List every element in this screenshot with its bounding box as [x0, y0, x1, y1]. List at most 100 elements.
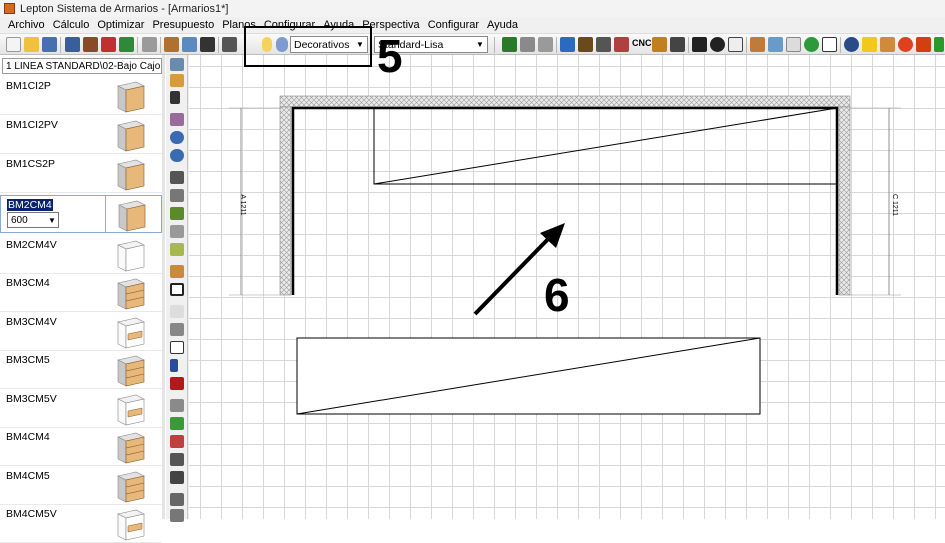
line-icon[interactable] [170, 189, 184, 202]
axis-icon[interactable] [170, 58, 184, 71]
stand-icon[interactable] [170, 323, 184, 336]
open-folder-icon[interactable] [24, 37, 39, 52]
checkbox-icon[interactable] [822, 37, 837, 52]
list-icon[interactable] [728, 37, 743, 52]
catalog-item[interactable]: BM3CM4 [0, 274, 162, 312]
monitor-icon[interactable] [65, 37, 80, 52]
exit-icon[interactable] [916, 37, 931, 52]
catalog-item-code: BM3CM4 [6, 277, 50, 289]
catalog-item[interactable]: BM4CM4 [0, 428, 162, 466]
dotted-corner-icon[interactable] [170, 225, 184, 238]
person-icon[interactable] [880, 37, 895, 52]
tool-icon[interactable] [164, 37, 179, 52]
catalog-item[interactable]: BM4CM5 [0, 467, 162, 505]
paste-icon[interactable] [119, 37, 134, 52]
catalog-item-code: BM4CM4 [6, 431, 50, 443]
top-wall [279, 95, 851, 108]
users-icon[interactable] [750, 37, 765, 52]
zoom-out-icon[interactable] [170, 149, 184, 162]
refresh-icon[interactable] [560, 37, 575, 52]
door-icon[interactable] [170, 341, 184, 354]
menu-configurar-2[interactable]: Configurar [424, 19, 483, 31]
frame-icon[interactable] [170, 453, 184, 466]
catalog-item-code: BM1CI2PV [6, 119, 58, 131]
settings-icon[interactable] [538, 37, 553, 52]
catalog-item[interactable]: BM4CM5V [0, 505, 162, 543]
chevron-down-icon[interactable]: ▼ [473, 40, 487, 49]
catalog-item[interactable]: BM3CM4V [0, 313, 162, 351]
menu-ayuda-2[interactable]: Ayuda [483, 19, 522, 31]
menu-archivo[interactable]: Archivo [4, 19, 49, 31]
table-icon[interactable] [768, 37, 783, 52]
cabinet-outline [291, 106, 839, 295]
catalog-scrollbar[interactable] [162, 55, 165, 519]
pencil-icon[interactable] [596, 37, 611, 52]
catalog-item[interactable]: BM3CM5 [0, 351, 162, 389]
globe-icon[interactable] [844, 37, 859, 52]
camera-icon[interactable] [692, 37, 707, 52]
user-green-icon[interactable] [934, 37, 944, 52]
cabinet-icon[interactable] [614, 37, 629, 52]
catalog-item[interactable]: BM3CM5V [0, 390, 162, 428]
align-icon[interactable] [670, 37, 685, 52]
module-icon[interactable] [83, 37, 98, 52]
export-icon[interactable] [170, 509, 184, 522]
chevron-down-icon[interactable]: ▼ [46, 216, 58, 225]
triangle-icon[interactable] [170, 471, 184, 484]
money-icon[interactable] [804, 37, 819, 52]
menu-optimizar[interactable]: Optimizar [93, 19, 148, 31]
window-title: Lepton Sistema de Armarios - [Armarios1*… [20, 2, 229, 15]
stamp-icon[interactable] [200, 37, 215, 52]
calculator-icon[interactable] [222, 37, 237, 52]
catalog-item[interactable]: BM2CM4 600 ▼ [0, 195, 162, 233]
panel-icon[interactable] [170, 265, 184, 278]
star-icon[interactable] [862, 37, 877, 52]
ruler-icon[interactable] [170, 74, 184, 87]
cnc-label[interactable]: CNC [632, 38, 652, 48]
catalog-item-code: BM2CM4 [7, 199, 53, 211]
preview-icon[interactable] [182, 37, 197, 52]
size-select-value: 600 [11, 214, 28, 226]
search-icon[interactable] [520, 37, 535, 52]
corner-green-icon[interactable] [170, 207, 184, 220]
menu-calculo[interactable]: Cálculo [49, 19, 94, 31]
category-select[interactable]: 1 LINEA STANDARD\02-Bajo Cajonera ▼ [2, 58, 162, 74]
menu-presupuesto[interactable]: Presupuesto [148, 19, 218, 31]
cabinet-thumbnail-icon [117, 432, 145, 464]
pin-icon[interactable] [170, 359, 178, 372]
hand-icon[interactable] [786, 37, 801, 52]
box-icon[interactable] [170, 305, 184, 318]
catalog-item[interactable]: BM1CS2P [0, 155, 162, 193]
rotate-icon[interactable] [170, 493, 184, 506]
left-wall [279, 106, 292, 296]
flag-icon[interactable] [502, 37, 517, 52]
catalog-item[interactable]: BM1CI2PV [0, 116, 162, 154]
cabinet-thumbnail-icon [117, 278, 145, 310]
gray-block-icon[interactable] [170, 399, 184, 412]
catalog-item[interactable]: BM2CM4V [0, 236, 162, 274]
corner-icon[interactable] [170, 171, 184, 184]
catalog-item-code: BM3CM5V [6, 393, 57, 405]
annotation-arrow-shaft [473, 232, 555, 316]
print-icon[interactable] [142, 37, 157, 52]
barcode-icon[interactable] [578, 37, 593, 52]
new-file-icon[interactable] [6, 37, 21, 52]
drawer-red-icon[interactable] [170, 377, 184, 390]
grid-icon[interactable] [170, 283, 184, 296]
cut-icon[interactable] [101, 37, 116, 52]
crosshair-icon[interactable] [170, 91, 180, 104]
move-icon[interactable] [170, 113, 184, 126]
help-ring-icon[interactable] [898, 37, 913, 52]
ruler-icon[interactable] [652, 37, 667, 52]
catalog-item[interactable]: BM1CI2P [0, 77, 162, 115]
cabinet-thumbnail-icon [117, 240, 145, 272]
handle-icon[interactable] [170, 435, 184, 448]
save-icon[interactable] [42, 37, 57, 52]
size-select[interactable]: 600 ▼ [7, 212, 59, 228]
cog-icon[interactable] [710, 37, 725, 52]
catalog-item-code: BM3CM5 [6, 354, 50, 366]
funnel-icon[interactable] [170, 417, 184, 430]
annotation-label-6: 6 [544, 269, 570, 321]
diagonal-icon[interactable] [170, 243, 184, 256]
zoom-in-icon[interactable] [170, 131, 184, 144]
